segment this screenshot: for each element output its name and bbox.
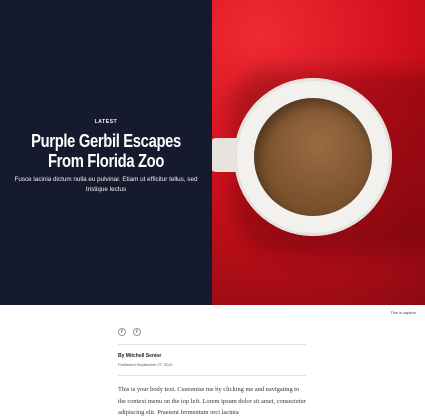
twitter-glyph: t <box>136 329 138 335</box>
hero-image <box>212 0 425 305</box>
hero-section: LATEST Purple Gerbil Escapes From Florid… <box>0 0 425 305</box>
article-headline[interactable]: Purple Gerbil Escapes From Florida Zoo <box>20 131 192 171</box>
hero-text-panel: LATEST Purple Gerbil Escapes From Florid… <box>0 0 212 305</box>
coffee-liquid <box>254 98 372 216</box>
article-body-text: This is your body text. Customise me by … <box>118 386 306 416</box>
twitter-share-icon[interactable]: t <box>133 328 141 336</box>
eyebrow-label: LATEST <box>94 119 118 126</box>
facebook-share-icon[interactable]: f <box>118 328 126 336</box>
article-content: f t By Mitchell Senior Published Septemb… <box>118 328 306 419</box>
published-date: Published September 27, 2021 <box>118 362 173 367</box>
article-dek: Fusce lacinia dictum nulla eu pulvinar. … <box>14 176 198 193</box>
divider-bottom <box>118 375 306 376</box>
author-byline: By Mitchell Senior <box>118 353 162 359</box>
share-buttons: f t <box>118 328 306 336</box>
facebook-glyph: f <box>121 329 123 335</box>
image-caption: This is caption. <box>390 310 417 315</box>
divider-top <box>118 344 306 345</box>
